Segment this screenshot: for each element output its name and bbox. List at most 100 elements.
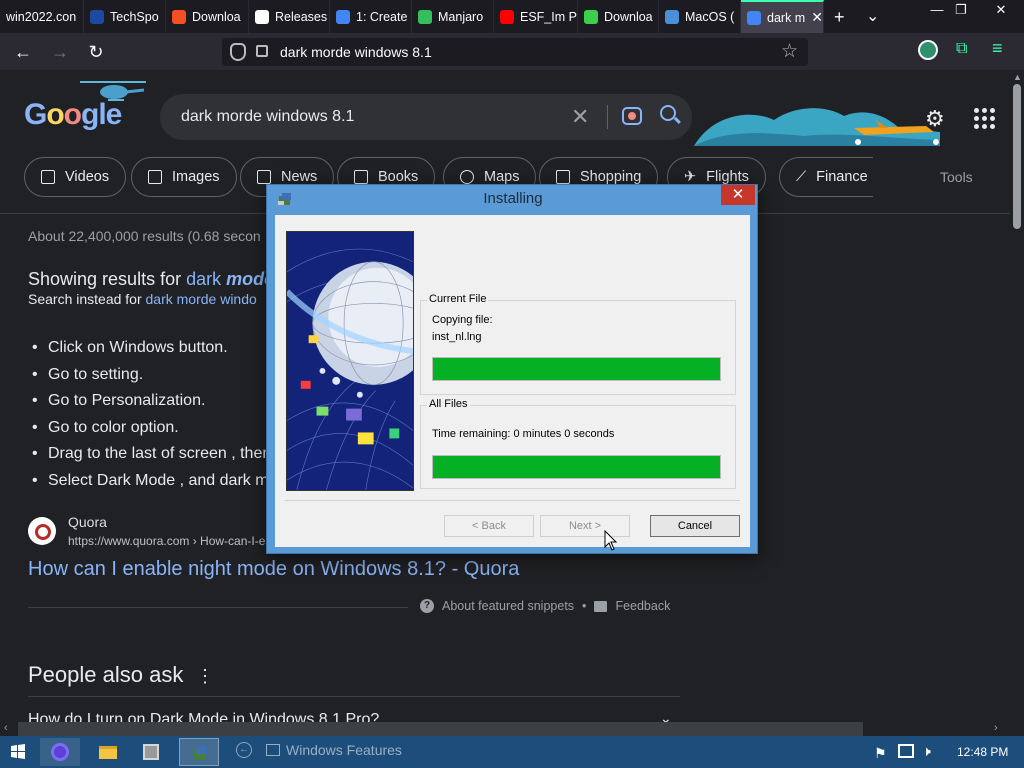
browser-tab[interactable]: TechSpo bbox=[84, 0, 166, 33]
back-icon[interactable]: ← bbox=[12, 41, 34, 63]
tab-favicon-icon bbox=[90, 9, 104, 24]
network-icon[interactable] bbox=[898, 744, 914, 758]
new-tab-button[interactable]: + bbox=[834, 7, 845, 28]
list-tabs-button[interactable]: ⌄ bbox=[866, 6, 879, 26]
more-options-icon[interactable]: ⋮ bbox=[196, 666, 214, 687]
browser-tab[interactable]: Releases bbox=[249, 0, 330, 33]
dialog-title: Installing bbox=[483, 190, 543, 207]
chip-images[interactable]: Images bbox=[131, 157, 237, 197]
browser-tab[interactable]: ESF_Im P bbox=[494, 0, 578, 33]
tab-label: Manjaro bbox=[438, 9, 484, 24]
scroll-up-icon[interactable]: ▲ bbox=[1013, 72, 1022, 82]
tab-label: 1: Create bbox=[356, 9, 408, 24]
menu-icon[interactable]: ≡ bbox=[992, 38, 1003, 59]
tab-label: win2022.con bbox=[6, 9, 77, 24]
extensions-icon[interactable]: ⧉ bbox=[956, 40, 967, 58]
flag-icon[interactable]: ⚑ bbox=[874, 745, 887, 762]
browser-tab[interactable]: Downloa bbox=[578, 0, 659, 33]
vertical-scrollbar[interactable]: ▲ bbox=[1010, 70, 1024, 722]
copying-label: Copying file: bbox=[432, 314, 493, 326]
jet-doodle-icon bbox=[694, 108, 940, 146]
clock[interactable]: 12:48 PM bbox=[957, 745, 1008, 759]
search-instead-for: Search instead for dark morde windo bbox=[28, 291, 257, 307]
logo-g: G bbox=[24, 98, 47, 131]
windows-features-label: Windows Features bbox=[286, 742, 402, 758]
scroll-left-icon[interactable]: ‹ bbox=[4, 722, 8, 734]
browser-tab[interactable]: Downloa bbox=[166, 0, 249, 33]
chip-label: Images bbox=[172, 169, 220, 185]
chip-finance[interactable]: ⟋ Finance bbox=[779, 157, 873, 197]
close-icon[interactable]: ✕ bbox=[721, 185, 755, 205]
browser-tab[interactable]: MacOS ( bbox=[659, 0, 741, 33]
chevron-down-icon[interactable]: ⌄ bbox=[660, 710, 672, 722]
chip-videos[interactable]: Videos bbox=[24, 157, 127, 197]
installer-icon bbox=[193, 746, 207, 760]
list-item: Drag to the last of screen , then bbox=[32, 445, 271, 463]
scroll-thumb[interactable] bbox=[1013, 84, 1021, 229]
gear-icon[interactable]: ⚙ bbox=[925, 106, 945, 132]
tab-favicon-icon bbox=[255, 9, 269, 24]
logo-o1: o bbox=[46, 98, 64, 131]
original-query-link[interactable]: dark morde windo bbox=[146, 291, 257, 307]
shield-icon[interactable] bbox=[230, 43, 246, 61]
chip-label: Shopping bbox=[580, 169, 642, 185]
apps-grid-icon[interactable] bbox=[972, 106, 996, 130]
cancel-button[interactable]: Cancel bbox=[650, 515, 740, 537]
url-text[interactable]: dark morde windows 8.1 bbox=[280, 44, 432, 60]
news-icon bbox=[257, 170, 271, 184]
lock-icon[interactable] bbox=[256, 45, 268, 57]
app-taskbar-icon[interactable] bbox=[131, 738, 171, 766]
browser-tab[interactable]: 1: Create bbox=[330, 0, 412, 33]
close-tab-icon[interactable]: ✕ bbox=[811, 9, 823, 26]
result-title-link[interactable]: How can I enable night mode on Windows 8… bbox=[28, 558, 519, 581]
browser-tab[interactable]: win2022.con bbox=[0, 0, 84, 33]
chart-icon: ⟋ bbox=[796, 169, 807, 185]
close-window-button[interactable]: ✕ bbox=[986, 0, 1016, 22]
address-bar[interactable]: dark morde windows 8.1 ☆ bbox=[222, 38, 808, 66]
file-explorer-taskbar-icon[interactable] bbox=[88, 738, 128, 766]
installer-taskbar-icon[interactable] bbox=[179, 738, 219, 766]
search-input[interactable]: dark morde windows 8.1 bbox=[181, 108, 354, 126]
browser-tab[interactable]: Manjaro bbox=[412, 0, 494, 33]
video-icon bbox=[41, 170, 55, 184]
windows-features-taskbar-item[interactable]: ← Windows Features bbox=[236, 742, 402, 758]
horizontal-scrollbar[interactable]: ‹ › bbox=[0, 722, 1010, 736]
source-name[interactable]: Quora bbox=[68, 514, 107, 530]
search-divider bbox=[607, 105, 608, 129]
google-logo[interactable]: Google bbox=[24, 98, 122, 132]
navigation-bar: ← → ↻ dark morde windows 8.1 ☆ ⧉ ≡ bbox=[0, 33, 1024, 70]
start-windows-icon[interactable] bbox=[0, 738, 36, 766]
feedback-link[interactable]: Feedback bbox=[615, 599, 670, 613]
restore-button[interactable]: ❐ bbox=[946, 0, 976, 22]
tools-button[interactable]: Tools bbox=[940, 169, 973, 185]
corrected-query-link[interactable]: dark mode bbox=[186, 269, 274, 289]
chip-label: Maps bbox=[484, 169, 520, 185]
search-box[interactable]: dark morde windows 8.1 ✕ bbox=[160, 94, 692, 140]
plane-icon: ✈ bbox=[684, 169, 697, 185]
file-name: inst_nl.lng bbox=[432, 331, 482, 343]
search-icon[interactable] bbox=[660, 105, 676, 121]
reload-icon[interactable]: ↻ bbox=[85, 41, 107, 63]
camera-lens-icon[interactable] bbox=[622, 107, 642, 125]
browser-tab[interactable]: dark m ✕ bbox=[741, 0, 824, 33]
about-snippets-link[interactable]: About featured snippets bbox=[442, 599, 574, 613]
chip-label: News bbox=[281, 169, 318, 185]
clear-icon[interactable]: ✕ bbox=[571, 104, 589, 130]
scroll-right-icon[interactable]: › bbox=[994, 722, 998, 734]
account-icon[interactable] bbox=[918, 40, 938, 60]
tab-label: MacOS ( bbox=[685, 9, 735, 24]
forward-icon[interactable]: → bbox=[49, 41, 71, 63]
corrected-query-a[interactable]: dark bbox=[186, 269, 226, 289]
volume-muted-icon[interactable]: 🕨 bbox=[922, 743, 931, 760]
source-url[interactable]: https://www.quora.com › How-can-I-e bbox=[68, 534, 265, 548]
star-icon[interactable]: ☆ bbox=[781, 40, 798, 63]
paa-question[interactable]: How do I turn on Dark Mode in Windows 8.… bbox=[28, 711, 379, 722]
tab-label: TechSpo bbox=[110, 9, 159, 24]
result-stats: About 22,400,000 results (0.68 secon bbox=[28, 228, 261, 244]
firefox-taskbar-icon[interactable] bbox=[40, 738, 80, 766]
back-button[interactable]: < Back bbox=[444, 515, 534, 537]
scroll-thumb[interactable] bbox=[18, 722, 863, 736]
showing-results-for: Showing results for dark mode bbox=[28, 269, 274, 290]
tab-favicon-icon bbox=[500, 9, 514, 24]
window-app-icon bbox=[143, 744, 159, 760]
